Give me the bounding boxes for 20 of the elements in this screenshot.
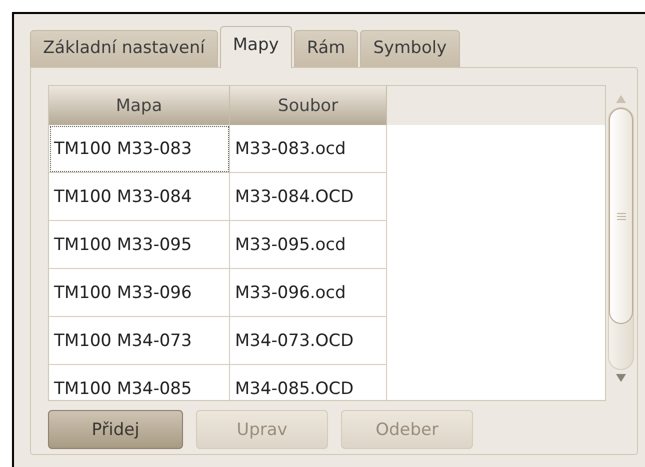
button[interactable]: Přidej — [48, 410, 183, 449]
scroll-thumb[interactable] — [609, 108, 633, 324]
scroll-up-icon[interactable] — [616, 95, 626, 103]
tab[interactable]: Základní nastavení — [30, 30, 218, 67]
tab[interactable]: Rám — [294, 30, 358, 67]
table-cell: M33-095.ocd — [230, 221, 387, 269]
table-cell: TM100 M33-095 — [49, 221, 230, 269]
tab[interactable]: Symboly — [360, 30, 460, 67]
table-cell: TM100 M33-084 — [49, 173, 230, 221]
scroll-down-icon[interactable] — [616, 374, 626, 382]
table-cell: M33-084.OCD — [230, 173, 387, 221]
table-cell: M33-096.ocd — [230, 269, 387, 317]
table-cell: M33-083.ocd — [230, 125, 387, 173]
table-cell: TM100 M33-096 — [49, 269, 230, 317]
table-cell: TM100 M33-083 — [49, 125, 230, 173]
tab[interactable]: Mapy — [220, 26, 292, 68]
table-cell: M34-073.OCD — [230, 317, 387, 365]
table-cell: TM100 M34-073 — [49, 317, 230, 365]
column-header[interactable]: Soubor — [230, 86, 387, 125]
column-header[interactable]: Mapa — [49, 86, 230, 125]
